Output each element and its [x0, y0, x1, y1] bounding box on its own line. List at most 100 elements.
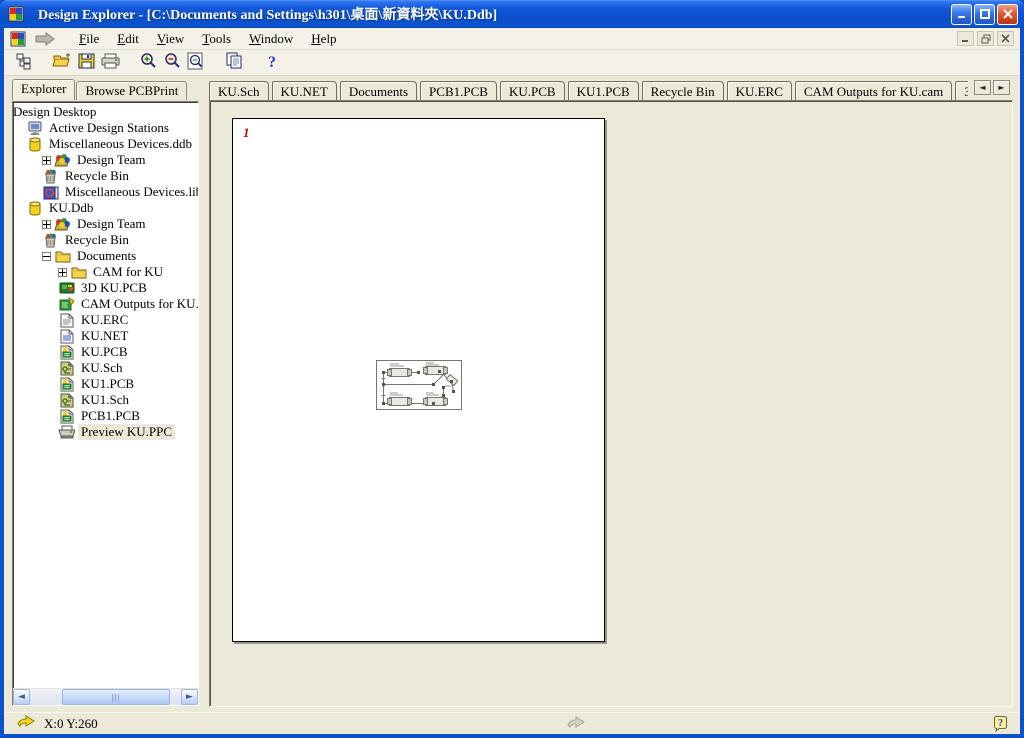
copy-button[interactable] [222, 52, 246, 74]
tree-item-label: Recycle Bin [62, 168, 132, 184]
tree-item-ku-sch[interactable]: KU.Sch [13, 360, 198, 376]
help-button[interactable]: ? [260, 52, 284, 74]
tree-item-documents[interactable]: Documents [13, 248, 198, 264]
menu-edit[interactable]: Edit [108, 30, 148, 47]
title-bar[interactable]: Design Explorer - [C:\Documents and Sett… [0, 0, 1024, 28]
document-tab-ku1-pcb[interactable]: KU1.PCB [568, 81, 639, 100]
open-folder-icon [52, 53, 72, 73]
minimize-button[interactable] [951, 4, 972, 25]
scroll-right-button[interactable]: ► [181, 689, 198, 705]
maximize-button[interactable] [974, 4, 995, 25]
close-button[interactable] [997, 4, 1018, 25]
tree-item-active-design-stations[interactable]: Active Design Stations [13, 120, 198, 136]
tree-item-ku-ddb[interactable]: KU.Ddb [13, 200, 198, 216]
tree-item-design-team[interactable]: Design Team [13, 152, 198, 168]
collapse-minus-icon[interactable] [42, 252, 51, 261]
tree-item-label: KU1.Sch [78, 392, 132, 408]
document-tab-label: KU.PCB [509, 84, 556, 100]
document-tab-ku-pcb[interactable]: KU.PCB [500, 81, 565, 100]
tree-item-ku1-pcb[interactable]: KU1.PCB [13, 376, 198, 392]
menu-tools[interactable]: Tools [193, 30, 240, 47]
document-tab-ku-sch[interactable]: KU.Sch [209, 81, 269, 100]
erc-doc-icon [58, 313, 75, 328]
open-folder-button[interactable] [50, 52, 74, 74]
menu-collapse-arrow-icon[interactable] [34, 32, 56, 46]
print-preview-area[interactable]: 1 [209, 100, 1013, 707]
tree-item-ku-erc[interactable]: KU.ERC [13, 312, 198, 328]
document-tab-cam-outputs-for-ku-cam[interactable]: CAM Outputs for KU.cam [795, 81, 952, 100]
tree-item-label: Miscellaneous Devices.ddb [46, 136, 195, 152]
tree-item-recycle-bin[interactable]: Recycle Bin [13, 168, 198, 184]
expand-plus-icon[interactable] [58, 268, 67, 277]
document-tab-label: KU1.PCB [577, 84, 630, 100]
panel-tab-browse-pcbprint[interactable]: Browse PCBPrint [76, 81, 187, 100]
tree-item-ku-net[interactable]: KU.NET [13, 328, 198, 344]
tree-item-cam-for-ku[interactable]: CAM for KU [13, 264, 198, 280]
recycle-icon [42, 169, 59, 184]
tree-item-miscellaneous-devices-ddb[interactable]: Miscellaneous Devices.ddb [13, 136, 198, 152]
document-tab-ku-erc[interactable]: KU.ERC [727, 81, 792, 100]
document-tab-strip: KU.SchKU.NETDocumentsPCB1.PCB KU.PCB KU1.P… [201, 76, 968, 100]
document-tab-pcb1-pcb[interactable]: PCB1.PCB [420, 81, 497, 100]
design-manager-button[interactable] [12, 52, 36, 74]
tree-horizontal-scrollbar[interactable]: ◄ ► [13, 688, 198, 705]
save-button[interactable] [74, 52, 98, 74]
app-logo-icon [8, 6, 24, 22]
tree-item-label: Design Team [74, 216, 149, 232]
tree-item-preview-ku-ppc[interactable]: Preview KU.PPC [13, 424, 198, 440]
tree-item-label: KU.Sch [78, 360, 126, 376]
document-app-icon[interactable] [10, 31, 26, 47]
scrollbar-thumb[interactable] [62, 689, 170, 705]
mdi-restore-button[interactable] [977, 31, 994, 46]
document-tab-3d-ku-pcb[interactable]: 3D KU.PCB [955, 81, 968, 100]
tree-item-label: KU.PCB [78, 344, 131, 360]
zoom-out-button[interactable] [160, 52, 184, 74]
database-icon [26, 201, 43, 216]
document-tab-label: Recycle Bin [651, 84, 715, 100]
pcb-doc-icon [58, 345, 75, 360]
mdi-close-button[interactable] [997, 31, 1014, 46]
client-area: FileEditViewToolsWindowHelp ? ExplorerBr… [4, 28, 1020, 734]
printer-icon [58, 425, 75, 440]
menu-help[interactable]: Help [302, 30, 345, 47]
document-tab-recycle-bin[interactable]: Recycle Bin [642, 81, 724, 100]
tab-scroll-right-button[interactable]: ► [993, 80, 1010, 95]
menu-view[interactable]: View [148, 30, 193, 47]
mdi-window-controls [957, 31, 1016, 46]
menu-items: FileEditViewToolsWindowHelp [70, 31, 346, 47]
menu-file[interactable]: File [70, 30, 108, 47]
tree-item-label: Preview KU.PPC [78, 424, 175, 440]
tree-item-ku-pcb[interactable]: KU.PCB [13, 344, 198, 360]
tabs-row: ExplorerBrowse PCBPrint KU.SchKU.NETDocu… [4, 76, 1020, 100]
tab-scroll-left-button[interactable]: ◄ [974, 80, 991, 95]
jump-arrow-gray-icon [566, 716, 586, 734]
tree-item-cam-outputs-for-ku-cam[interactable]: CAM Outputs for KU.cam [13, 296, 198, 312]
design-manager-icon [15, 52, 33, 74]
menu-window[interactable]: Window [240, 30, 302, 47]
tree-item-miscellaneous-devices-lib[interactable]: Miscellaneous Devices.lib [13, 184, 198, 200]
mdi-minimize-button[interactable] [957, 31, 974, 46]
document-tab-ku-net[interactable]: KU.NET [272, 81, 337, 100]
tree-item-ku1-sch[interactable]: KU1.Sch [13, 392, 198, 408]
main-toolbar: ? [4, 50, 1020, 76]
preview-page[interactable]: 1 [232, 118, 605, 642]
expand-plus-icon[interactable] [42, 156, 51, 165]
menu-bar: FileEditViewToolsWindowHelp [4, 28, 1020, 50]
document-tab-documents[interactable]: Documents [340, 81, 417, 100]
print-button[interactable] [98, 52, 122, 74]
design-tree: Design DesktopActive Design StationsMisc… [13, 102, 198, 688]
tree-item-recycle-bin[interactable]: Recycle Bin [13, 232, 198, 248]
svg-text:?: ? [268, 54, 276, 69]
zoom-out-icon [163, 52, 181, 74]
tree-item-design-team[interactable]: Design Team [13, 216, 198, 232]
panel-tab-explorer[interactable]: Explorer [12, 79, 75, 100]
tree-item-design-desktop[interactable]: Design Desktop [13, 104, 198, 120]
panel-splitter[interactable] [201, 100, 209, 712]
zoom-in-button[interactable] [136, 52, 160, 74]
scroll-left-button[interactable]: ◄ [13, 689, 30, 705]
help-balloon-icon[interactable]: ? [993, 715, 1008, 736]
tree-item-3d-ku-pcb[interactable]: 3D KU.PCB [13, 280, 198, 296]
tree-item-pcb1-pcb[interactable]: PCB1.PCB [13, 408, 198, 424]
expand-plus-icon[interactable] [42, 220, 51, 229]
zoom-document-button[interactable] [184, 52, 208, 74]
